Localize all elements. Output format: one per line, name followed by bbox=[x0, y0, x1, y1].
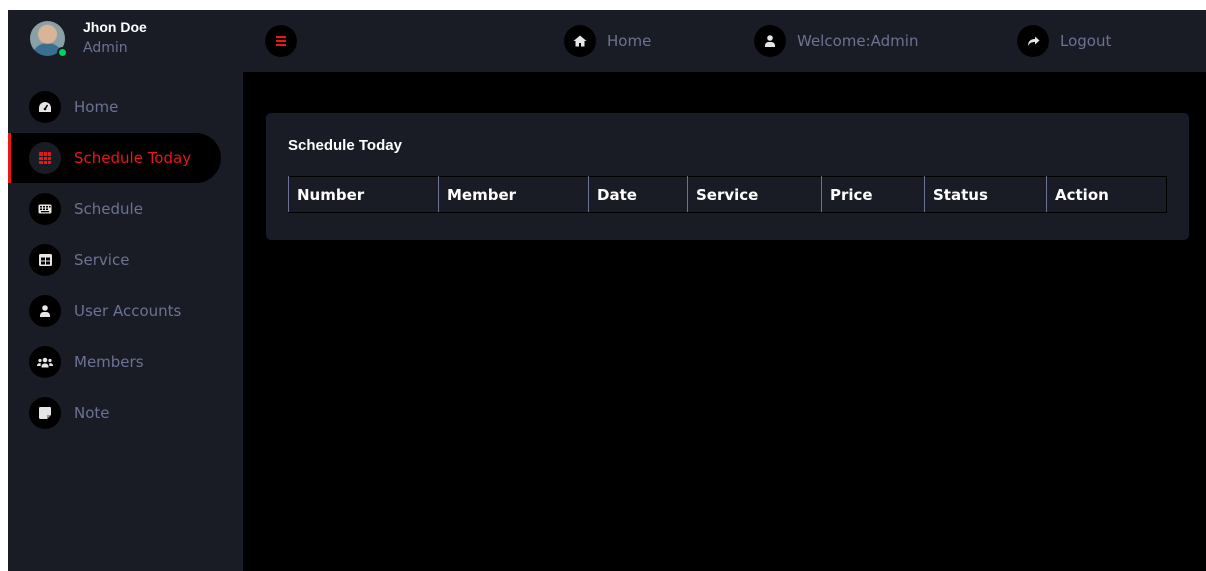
users-group-icon bbox=[29, 346, 61, 378]
sidebar: Jhon Doe Admin Home Schedule Today Sched… bbox=[8, 10, 243, 571]
schedule-today-card: Schedule Today Number Member Date Servic… bbox=[266, 113, 1189, 240]
table-header-row: Number Member Date Service Price Status … bbox=[288, 176, 1167, 213]
sidebar-item-label: User Accounts bbox=[74, 302, 182, 320]
column-header-service[interactable]: Service bbox=[687, 176, 822, 213]
keyboard-icon bbox=[29, 193, 61, 225]
sidebar-item-home[interactable]: Home bbox=[8, 82, 243, 132]
topbar-welcome-label: Welcome:Admin bbox=[797, 32, 919, 50]
hamburger-icon-bar bbox=[276, 44, 286, 46]
profile-role: Admin bbox=[83, 40, 128, 56]
dashboard-gauge-icon bbox=[29, 91, 61, 123]
user-icon bbox=[754, 25, 786, 57]
topbar-logout-link[interactable]: Logout bbox=[1017, 25, 1111, 57]
schedule-table: Number Member Date Service Price Status … bbox=[288, 176, 1167, 213]
sidebar-item-label: Schedule bbox=[74, 200, 143, 218]
sidebar-item-note[interactable]: Note bbox=[8, 388, 243, 438]
sidebar-item-schedule[interactable]: Schedule bbox=[8, 184, 243, 234]
column-header-price[interactable]: Price bbox=[821, 176, 925, 213]
topbar-home-link[interactable]: Home bbox=[564, 25, 651, 57]
sidebar-item-schedule-today[interactable]: Schedule Today bbox=[8, 133, 221, 183]
sidebar-item-members[interactable]: Members bbox=[8, 337, 243, 387]
sidebar-item-label: Service bbox=[74, 251, 130, 269]
online-status-dot bbox=[57, 47, 68, 58]
hamburger-icon-bar bbox=[276, 36, 286, 38]
column-header-action[interactable]: Action bbox=[1046, 176, 1167, 213]
column-header-member[interactable]: Member bbox=[438, 176, 589, 213]
hamburger-icon-bar bbox=[276, 40, 286, 42]
table-icon bbox=[29, 244, 61, 276]
home-icon bbox=[564, 25, 596, 57]
topbar-home-label: Home bbox=[607, 32, 652, 50]
sidebar-item-label: Note bbox=[74, 404, 110, 422]
card-title: Schedule Today bbox=[288, 137, 402, 154]
column-header-date[interactable]: Date bbox=[588, 176, 688, 213]
column-header-number[interactable]: Number bbox=[288, 176, 439, 213]
user-icon bbox=[29, 295, 61, 327]
profile-name: Jhon Doe bbox=[83, 19, 147, 35]
sticky-note-icon bbox=[29, 397, 61, 429]
user-profile: Jhon Doe Admin bbox=[8, 10, 243, 70]
app-root: Jhon Doe Admin Home Schedule Today Sched… bbox=[8, 10, 1206, 571]
sidebar-item-label: Members bbox=[74, 353, 144, 371]
sidebar-item-label: Home bbox=[74, 98, 119, 116]
column-header-status[interactable]: Status bbox=[924, 176, 1047, 213]
share-arrow-icon bbox=[1017, 25, 1049, 57]
sidebar-item-user-accounts[interactable]: User Accounts bbox=[8, 286, 243, 336]
sidebar-toggle-button[interactable] bbox=[265, 25, 297, 57]
sidebar-item-service[interactable]: Service bbox=[8, 235, 243, 285]
grid-table-icon bbox=[29, 142, 61, 174]
sidebar-item-label: Schedule Today bbox=[74, 149, 192, 167]
top-navbar: Home Welcome:Admin Logout bbox=[243, 10, 1206, 72]
topbar-welcome[interactable]: Welcome:Admin bbox=[754, 25, 918, 57]
topbar-logout-label: Logout bbox=[1060, 32, 1112, 50]
